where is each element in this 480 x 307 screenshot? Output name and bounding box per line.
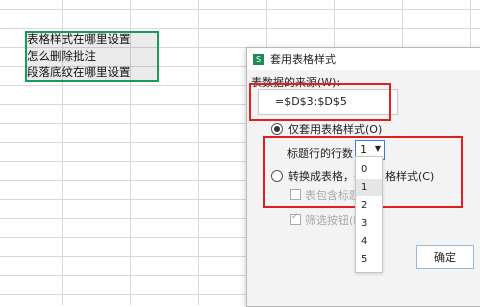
header-rows-value: 1 xyxy=(360,143,367,156)
style-only-label: 仅套用表格样式(O) xyxy=(288,123,383,136)
convert-label: 转换成表格，并 xyxy=(288,170,365,183)
filter-checkbox[interactable] xyxy=(290,212,301,225)
dropdown-option[interactable]: 4 xyxy=(356,233,382,250)
header-rows-label: 标题行的行数 xyxy=(287,147,353,160)
style-only-radio[interactable] xyxy=(271,123,283,135)
cell-d5[interactable]: 段落底纹在哪里设置 xyxy=(25,63,131,82)
convert-radio[interactable] xyxy=(271,170,283,182)
dropdown-option[interactable]: 2 xyxy=(356,197,382,214)
ok-button[interactable]: 确定 xyxy=(416,245,474,269)
dialog-title: 套用表格样式 xyxy=(270,53,336,66)
header-checkbox-label: 表包含标题 xyxy=(305,189,360,202)
spreadsheet-app-icon: S xyxy=(253,53,264,65)
dropdown-option-selected[interactable]: 1 xyxy=(356,179,382,196)
dropdown-option[interactable]: 3 xyxy=(356,215,382,232)
highlight-box-source xyxy=(249,83,391,121)
chevron-down-icon: ▼ xyxy=(374,144,381,153)
header-checkbox[interactable] xyxy=(290,189,301,200)
header-rows-dropdown: 0 1 2 3 4 5 xyxy=(355,156,383,273)
convert-label-tail: 格样式(C) xyxy=(385,170,435,183)
filter-checkbox-label: 筛选按钮(F xyxy=(305,214,360,227)
dialog-titlebar[interactable]: S 套用表格样式 xyxy=(247,48,480,70)
dropdown-option[interactable]: 0 xyxy=(356,161,382,178)
dropdown-option[interactable]: 5 xyxy=(356,251,382,268)
